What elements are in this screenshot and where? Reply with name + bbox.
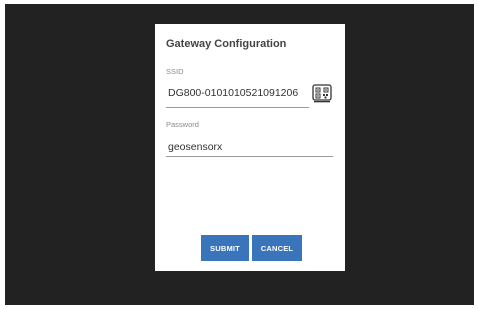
dialog-title: Gateway Configuration (166, 38, 287, 50)
ssid-input[interactable]: DG800-0101010521091206 (168, 87, 298, 99)
password-input[interactable]: geosensorx (168, 141, 222, 153)
qr-scan-button[interactable] (312, 83, 332, 103)
cancel-button[interactable]: CANCEL (252, 235, 302, 261)
qr-code-scan-icon (312, 84, 332, 103)
submit-button[interactable]: SUBMIT (201, 235, 249, 261)
ssid-label: SSID (166, 67, 184, 76)
password-underline (166, 156, 333, 157)
password-label: Password (166, 120, 199, 129)
screen-backdrop: Gateway Configuration SSID DG800-0101010… (5, 4, 474, 305)
gateway-configuration-dialog: Gateway Configuration SSID DG800-0101010… (155, 24, 345, 271)
ssid-underline (166, 107, 309, 108)
